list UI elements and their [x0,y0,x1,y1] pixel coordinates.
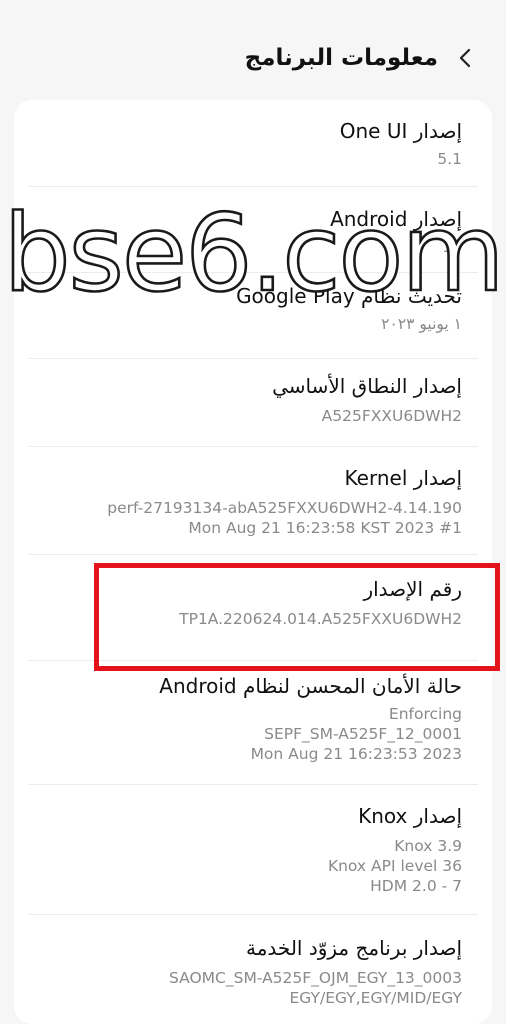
list-item-baseband-version[interactable]: إصدار النطاق الأساسي A525FXXU6DWH2 [14,358,492,446]
item-value: Knox 3.9 [394,837,462,855]
page-title: معلومات البرنامج [244,45,438,71]
item-title: إصدار برنامج مزوّد الخدمة [245,936,462,960]
item-value: TP1A.220624.014.A525FXXU6DWH2 [179,610,462,628]
list-item-google-play-system-update[interactable]: تحديث نظام Google Play ١ يونيو ٢٠٢٣ [14,272,492,358]
list-item-knox-version[interactable]: إصدار Knox Knox 3.9 Knox API level 36 HD… [14,784,492,914]
item-value: EGY/EGY,EGY/MID/EGY [289,989,462,1007]
app-header: معلومات البرنامج [0,0,506,100]
item-title: إصدار النطاق الأساسي [272,374,462,398]
item-title: تحديث نظام Google Play [236,284,462,308]
item-value: ١ يونيو ٢٠٢٣ [381,315,462,333]
item-title: رقم الإصدار [363,577,462,601]
item-value: SAOMC_SM-A525F_OJM_EGY_13_0003 [169,969,462,987]
item-value: 4.14.190-perf-27193134-abA525FXXU6DWH2 [107,499,462,517]
item-title: إصدار Android [330,207,462,231]
item-value: 5.1 [437,150,462,168]
chevron-left-icon [459,48,471,68]
list-item-kernel-version[interactable]: إصدار Kernel 4.14.190-perf-27193134-abA5… [14,446,492,554]
item-title: إصدار Kernel [344,466,462,490]
item-value: 13 [442,238,462,256]
item-value: HDM 2.0 - 7 [370,877,462,895]
software-info-list: إصدار One UI 5.1 إصدار Android 13 تحديث … [14,100,492,1024]
list-item-build-number[interactable]: رقم الإصدار TP1A.220624.014.A525FXXU6DWH… [14,554,492,660]
item-title: إصدار Knox [358,804,462,828]
back-button[interactable] [448,40,484,76]
list-item-service-provider-sw-version[interactable]: إصدار برنامج مزوّد الخدمة SAOMC_SM-A525F… [14,914,492,1024]
software-information-screen: معلومات البرنامج إصدار One UI 5.1 إصدار … [0,0,506,1024]
item-title: حالة الأمان المحسن لنظام Android [159,674,462,698]
item-value: Mon Aug 21 16:23:53 2023 [250,745,462,763]
item-title: إصدار One UI [339,119,462,143]
item-value: SEPF_SM-A525F_12_0001 [264,725,462,743]
item-value: #1 Mon Aug 21 16:23:58 KST 2023 [188,519,462,537]
item-value: Knox API level 36 [327,857,462,875]
list-item-one-ui-version[interactable]: إصدار One UI 5.1 [14,100,492,186]
item-value: A525FXXU6DWH2 [321,407,462,425]
list-item-se-for-android-status[interactable]: حالة الأمان المحسن لنظام Android Enforci… [14,660,492,784]
list-item-android-version[interactable]: إصدار Android 13 [14,186,492,272]
item-value: Enforcing [388,705,462,723]
